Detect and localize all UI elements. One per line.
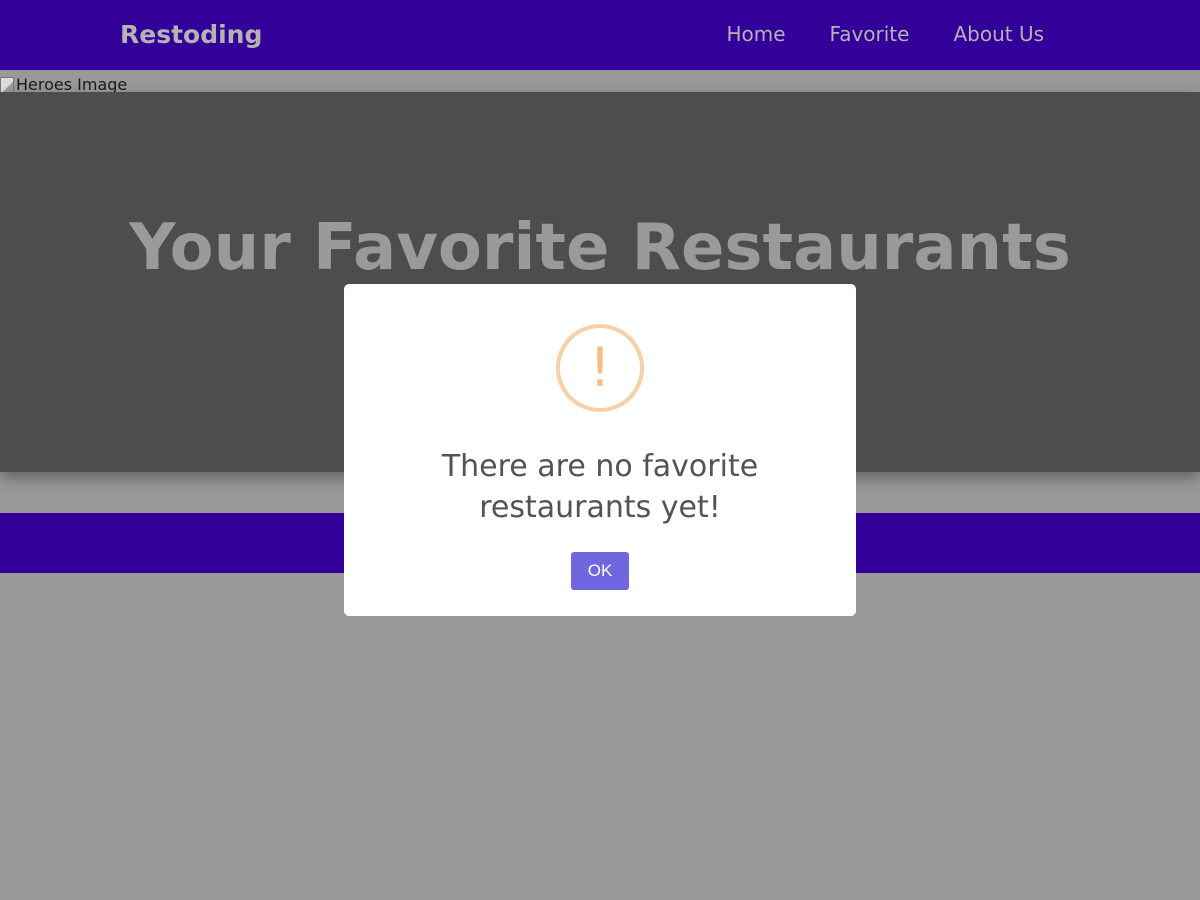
nav-menu: Home Favorite About Us	[704, 18, 1044, 50]
brand-logo-link[interactable]: Restoding	[120, 18, 262, 52]
hero-title: Your Favorite Restaurants	[129, 211, 1071, 285]
top-navbar: Restoding Home Favorite About Us	[0, 0, 1200, 70]
broken-image-icon	[0, 77, 14, 93]
warning-icon: !	[556, 324, 644, 412]
modal-message: There are no favorite restaurants yet!	[441, 449, 759, 525]
nav-link-favorite[interactable]: Favorite	[808, 18, 932, 50]
alert-modal: ! There are no favorite restaurants yet!…	[344, 284, 856, 616]
nav-item-about-us: About Us	[931, 18, 1044, 50]
ok-button[interactable]: OK	[571, 552, 629, 590]
nav-item-home: Home	[704, 18, 807, 50]
nav-item-favorite: Favorite	[808, 18, 932, 50]
nav-link-about-us[interactable]: About Us	[931, 18, 1044, 50]
nav-link-home[interactable]: Home	[704, 18, 807, 50]
